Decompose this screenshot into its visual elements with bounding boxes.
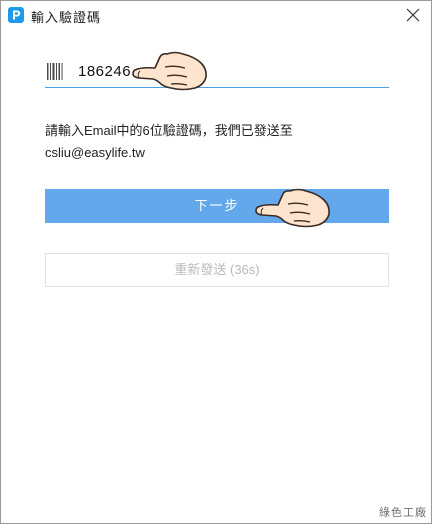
email-address: csliu@easylife.tw [45, 145, 145, 160]
barcode-icon [47, 63, 63, 80]
window-title: 輸入驗證碼 [31, 10, 102, 25]
instruction-line: 請輸入Email中的6位驗證碼，我們已發送至 [45, 123, 293, 138]
pointing-hand-icon [254, 182, 334, 230]
verification-code-value: 186246 [78, 63, 132, 80]
instruction-text: 請輸入Email中的6位驗證碼，我們已發送至 csliu@easylife.tw [45, 120, 395, 164]
resend-button: 重新發送 (36s) [45, 253, 389, 287]
title-bar: 輸入驗證碼 [1, 1, 431, 29]
p-logo-icon [8, 7, 24, 23]
close-icon[interactable] [403, 5, 423, 25]
pointing-hand-icon [131, 45, 211, 93]
dialog-window: 輸入驗證碼 186246 請輸入Email中的6位驗證碼，我們已發送至 csli… [0, 0, 432, 524]
watermark: 綠色工廠 [379, 506, 427, 519]
verification-code-input[interactable]: 186246 [45, 56, 389, 88]
next-step-button[interactable]: 下一步 [45, 189, 389, 223]
